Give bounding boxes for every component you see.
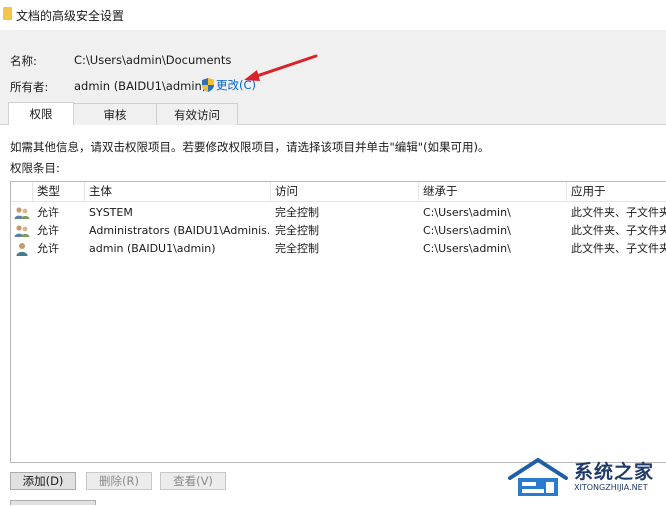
cell-type: 允许 (37, 242, 59, 255)
cell-type: 允许 (37, 206, 59, 219)
cell-applies: 此文件夹、子文件夹 (571, 206, 666, 219)
tab-label: 权限 (29, 107, 53, 121)
permission-entries-label: 权限条目: (10, 161, 60, 175)
tab-auditing[interactable]: 审核 (73, 103, 157, 125)
name-label: 名称: (10, 54, 37, 68)
users-group-icon (14, 207, 30, 219)
cell-access: 完全控制 (275, 206, 319, 219)
owner-value: admin (BAIDU1\admin) (74, 79, 207, 93)
cell-access: 完全控制 (275, 224, 319, 237)
cell-inherited: C:\Users\admin\ (423, 224, 511, 237)
tab-label: 审核 (103, 107, 127, 122)
column-header-type[interactable]: 类型 (33, 182, 85, 201)
table-header: 类型 主体 访问 继承于 应用于 (11, 182, 666, 202)
cell-access: 完全控制 (275, 242, 319, 255)
house-logo-icon (508, 457, 568, 496)
add-button[interactable]: 添加(D) (10, 472, 76, 490)
partial-button[interactable] (10, 500, 96, 505)
tab-effective-access[interactable]: 有效访问 (156, 103, 238, 125)
table-row[interactable]: 允许 admin (BAIDU1\admin) 完全控制 C:\Users\ad… (11, 240, 666, 258)
watermark-brand: 系统之家 (574, 461, 655, 483)
tab-strip: 权限 审核 有效访问 (8, 102, 238, 125)
cell-principal: SYSTEM (89, 206, 133, 219)
name-value: C:\Users\admin\Documents (74, 53, 232, 67)
cell-inherited: C:\Users\admin\ (423, 242, 511, 255)
annotation-arrow-icon (244, 54, 318, 81)
column-header-principal[interactable]: 主体 (85, 182, 271, 201)
column-header-inherited[interactable]: 继承于 (419, 182, 567, 201)
cell-principal: admin (BAIDU1\admin) (89, 242, 216, 255)
uac-shield-icon (202, 78, 214, 92)
cell-type: 允许 (37, 224, 59, 237)
column-header-access[interactable]: 访问 (271, 182, 419, 201)
watermark: 系统之家 XITONGZHIJIA.NET (500, 452, 666, 505)
cell-inherited: C:\Users\admin\ (423, 206, 511, 219)
owner-label: 所有者: (10, 80, 49, 94)
user-icon (16, 243, 28, 256)
column-header-applies[interactable]: 应用于 (567, 182, 666, 201)
watermark-url: XITONGZHIJIA.NET (574, 483, 648, 492)
cell-principal: Administrators (BAIDU1\Adminis... (89, 224, 269, 237)
title-bar: 文档的高级安全设置 (0, 0, 666, 30)
tab-permissions[interactable]: 权限 (8, 102, 74, 125)
cell-applies: 此文件夹、子文件夹 (571, 224, 666, 237)
folder-icon (3, 7, 12, 20)
cell-applies: 此文件夹、子文件夹 (571, 242, 666, 255)
window-title: 文档的高级安全设置 (16, 9, 125, 23)
remove-button[interactable]: 删除(R) (86, 472, 152, 490)
header-icon-col (11, 182, 33, 201)
tab-label: 有效访问 (174, 107, 220, 122)
table-row[interactable]: 允许 SYSTEM 完全控制 C:\Users\admin\ 此文件夹、子文件夹 (11, 204, 666, 222)
users-group-icon (14, 225, 30, 237)
table-row[interactable]: 允许 Administrators (BAIDU1\Adminis... 完全控… (11, 222, 666, 240)
permissions-table[interactable]: 类型 主体 访问 继承于 应用于 允许 SYSTEM 完全控制 C:\Users… (10, 181, 666, 463)
view-button[interactable]: 查看(V) (160, 472, 226, 490)
info-text: 如需其他信息，请双击权限项目。若要修改权限项目，请选择该项目并单击"编辑"(如果… (10, 140, 490, 154)
